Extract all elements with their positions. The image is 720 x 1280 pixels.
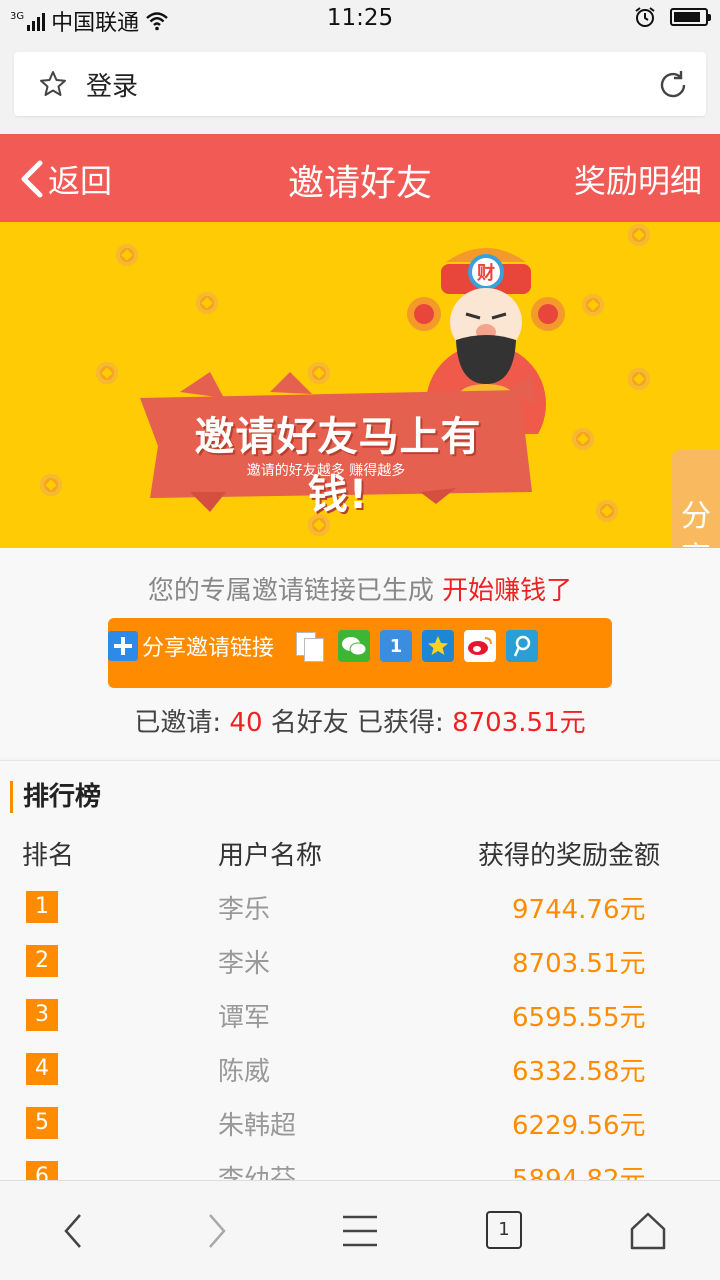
star-icon[interactable] <box>38 69 68 99</box>
friends-earned-label: 名好友 已获得: <box>270 708 444 738</box>
coin-icon <box>116 244 138 266</box>
list-item: 1 李乐 9744.76元 <box>0 885 720 939</box>
list-item: 2 李米 8703.51元 <box>0 939 720 993</box>
invite-section: 您的专属邀请链接已生成 开始赚钱了 分享邀请链接 1 已邀请: 40 名好友 已… <box>0 548 720 758</box>
start-earning-label: 开始赚钱了 <box>442 576 573 606</box>
coin-icon <box>628 224 650 246</box>
reward-details-link[interactable]: 奖励明细 <box>574 156 702 202</box>
reward-amount: 5894.82元 <box>512 1165 646 1180</box>
ranking-title: 排行榜 <box>10 781 101 813</box>
link-generated-text: 您的专属邀请链接已生成 开始赚钱了 <box>0 570 720 607</box>
rank-badge: 6 <box>26 1161 58 1180</box>
tencent-weibo-icon[interactable] <box>506 630 539 662</box>
rank-badge: 1 <box>26 891 58 923</box>
battery-icon <box>670 8 711 26</box>
user-name: 朱韩超 <box>218 1111 297 1141</box>
column-header-user: 用户名称 <box>218 841 323 871</box>
weibo-icon[interactable] <box>464 630 497 662</box>
column-header-amount: 获得的奖励金额 <box>478 841 661 871</box>
invite-stats: 已邀请: 40 名好友 已获得: 8703.51元 <box>0 702 720 739</box>
rank-badge: 3 <box>26 999 58 1031</box>
banner-subtitle: 邀请的好友越多 赚得越多 <box>246 463 406 479</box>
status-bar: 3G 中国联通 11:25 <box>0 0 720 38</box>
coin-icon <box>582 294 604 316</box>
copy-icon[interactable] <box>294 630 328 662</box>
promo-banner: 财 邀请好友马上有钱! 邀请的好友越多 赚得越多 <box>0 222 720 548</box>
coin-icon <box>596 500 618 522</box>
user-name: 李幼芬 <box>218 1165 297 1180</box>
generated-label: 您的专属邀请链接已生成 <box>147 576 434 606</box>
coin-icon <box>96 362 118 384</box>
battery-level <box>674 12 700 22</box>
reward-amount: 9744.76元 <box>512 895 646 925</box>
user-name: 李米 <box>218 949 271 979</box>
svg-text:财: 财 <box>477 262 495 284</box>
coin-icon <box>40 474 62 496</box>
qzone-icon[interactable] <box>422 630 455 662</box>
coin-icon <box>196 292 218 314</box>
rank-badge: 2 <box>26 945 58 977</box>
rank-badge: 5 <box>26 1107 58 1139</box>
menu-icon[interactable] <box>340 1211 380 1251</box>
home-icon[interactable] <box>628 1211 668 1251</box>
plus-icon[interactable] <box>108 631 138 661</box>
address-text[interactable]: 登录 <box>86 66 138 103</box>
tab-switcher-button[interactable]: 1 <box>486 1211 522 1249</box>
page-header: 返回 邀请好友 奖励明细 <box>0 134 720 222</box>
share-bar: 分享邀请链接 1 <box>108 618 612 688</box>
forward-arrow-icon[interactable] <box>196 1211 236 1251</box>
ranking-section: 排行榜 排名 用户名称 获得的奖励金额 1 李乐 9744.76元 2 李米 8… <box>0 760 720 1180</box>
wechat-icon[interactable] <box>338 630 371 662</box>
earned-amount: 8703.51元 <box>452 708 586 738</box>
list-item: 6 李幼芬 5894.82元 <box>0 1155 720 1180</box>
qq-icon[interactable]: 1 <box>380 630 413 662</box>
user-name: 谭军 <box>218 1003 271 1033</box>
back-button[interactable]: 返回 <box>18 156 112 202</box>
invited-label: 已邀请: <box>134 708 222 738</box>
reward-amount: 6229.56元 <box>512 1111 646 1141</box>
ranking-list: 1 李乐 9744.76元 2 李米 8703.51元 3 谭军 6595.55… <box>0 885 720 1180</box>
reward-amount: 6595.55元 <box>512 1003 646 1033</box>
rank-badge: 4 <box>26 1053 58 1085</box>
list-item: 5 朱韩超 6229.56元 <box>0 1101 720 1155</box>
list-item: 4 陈威 6332.58元 <box>0 1047 720 1101</box>
browser-toolbar: 登录 <box>0 38 720 134</box>
chevron-left-icon <box>21 160 43 198</box>
column-header-rank: 排名 <box>22 841 75 871</box>
user-name: 陈威 <box>218 1057 271 1087</box>
status-right <box>634 6 711 28</box>
reload-icon[interactable] <box>656 68 690 102</box>
share-invite-link-button[interactable]: 分享邀请链接 <box>142 630 274 662</box>
reward-amount: 6332.58元 <box>512 1057 646 1087</box>
clock: 11:25 <box>326 5 394 31</box>
user-name: 李乐 <box>218 895 271 925</box>
alarm-icon <box>635 7 655 27</box>
invited-count: 40 <box>229 708 263 738</box>
list-item: 3 谭军 6595.55元 <box>0 993 720 1047</box>
browser-bottom-nav: 1 <box>0 1180 720 1280</box>
coin-icon <box>628 368 650 390</box>
reward-amount: 8703.51元 <box>512 949 646 979</box>
back-label: 返回 <box>48 162 113 200</box>
side-share-char: 分 <box>681 499 711 534</box>
address-bar[interactable]: 登录 <box>14 52 706 116</box>
back-arrow-icon[interactable] <box>54 1211 94 1251</box>
share-row: 分享邀请链接 1 <box>108 630 539 662</box>
